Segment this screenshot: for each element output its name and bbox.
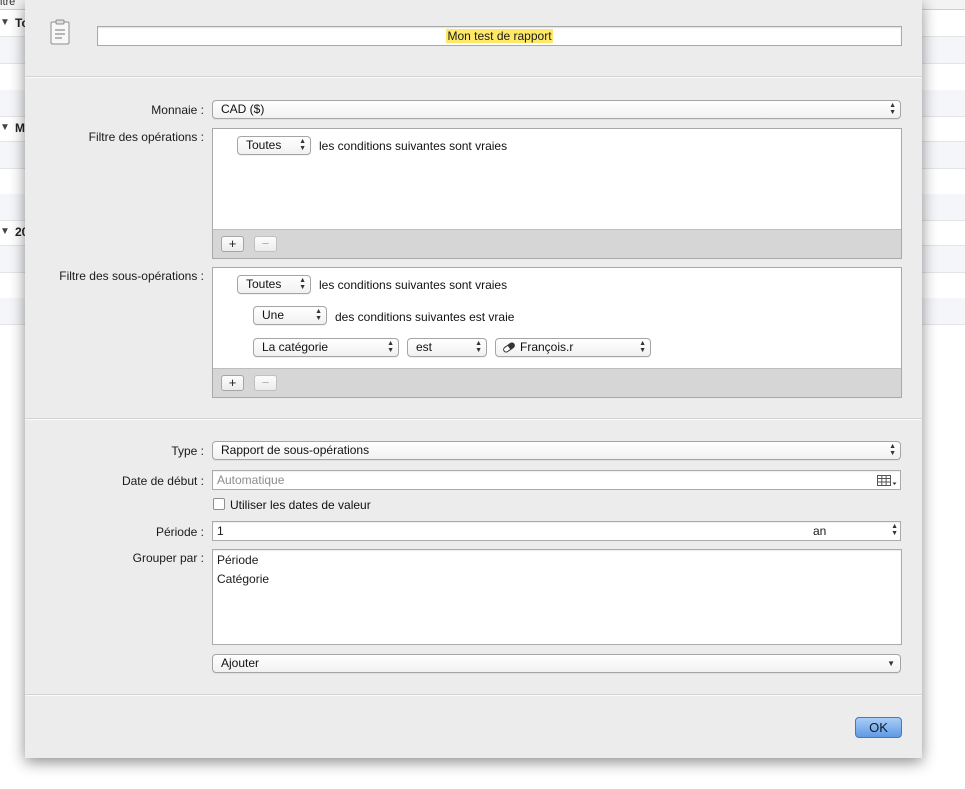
rule-value-popup[interactable]: François.r ▲ ▼ bbox=[495, 338, 651, 357]
rule-value-text: François.r bbox=[520, 340, 574, 354]
period-value[interactable]: 1 bbox=[217, 524, 224, 538]
split-sub-match-text: des conditions suivantes est vraie bbox=[335, 310, 515, 324]
split-filter-footer: + − bbox=[213, 368, 901, 397]
group-by-list[interactable]: Période Catégorie bbox=[212, 549, 902, 645]
disclosure-triangle-icon[interactable]: ▼ bbox=[0, 226, 10, 237]
divider bbox=[25, 419, 922, 420]
rule-operator-popup[interactable]: est ▲ ▼ bbox=[407, 338, 487, 357]
up-down-arrows-icon: ▲ ▼ bbox=[889, 443, 896, 457]
value-dates-label: Utiliser les dates de valeur bbox=[230, 498, 371, 512]
report-icon bbox=[49, 19, 71, 48]
transaction-filter-label: Filtre des opérations : bbox=[88, 130, 204, 144]
split-filter-label: Filtre des sous-opérations : bbox=[59, 269, 204, 283]
add-group-value: Ajouter bbox=[221, 656, 260, 670]
transaction-filter-panel: Toutes ▲ ▼ les conditions suivantes sont … bbox=[212, 128, 902, 259]
divider bbox=[25, 77, 922, 78]
remove-split-condition-button[interactable]: − bbox=[254, 375, 277, 391]
type-label: Type : bbox=[171, 444, 204, 458]
period-label: Période : bbox=[155, 525, 204, 539]
currency-label: Monnaie : bbox=[151, 103, 204, 117]
list-item[interactable]: Période bbox=[217, 551, 901, 570]
add-split-condition-button[interactable]: + bbox=[221, 375, 244, 391]
group-by-label: Grouper par : bbox=[132, 551, 204, 565]
transaction-match-popup[interactable]: Toutes ▲ ▼ bbox=[237, 136, 311, 155]
remove-transaction-condition-button[interactable]: − bbox=[254, 236, 277, 252]
calendar-icon[interactable] bbox=[877, 474, 897, 492]
period-unit[interactable]: an bbox=[813, 522, 826, 540]
add-transaction-condition-button[interactable]: + bbox=[221, 236, 244, 252]
currency-popup[interactable]: CAD ($) ▲ ▼ bbox=[212, 100, 901, 119]
chevron-down-icon: ▼ bbox=[887, 659, 895, 668]
transaction-filter-footer: + − bbox=[213, 229, 901, 258]
disclosure-triangle-icon[interactable]: ▼ bbox=[0, 122, 10, 133]
currency-value: CAD ($) bbox=[221, 102, 265, 116]
up-down-arrows-icon: ▲ ▼ bbox=[299, 277, 306, 291]
ok-button[interactable]: OK bbox=[855, 717, 902, 738]
list-item[interactable]: Catégorie bbox=[217, 570, 901, 589]
start-date-label: Date de début : bbox=[121, 474, 204, 488]
rule-field-popup[interactable]: La catégorie ▲ ▼ bbox=[253, 338, 399, 357]
report-title-input[interactable]: Mon test de rapport bbox=[97, 26, 902, 46]
up-down-arrows-icon: ▲ ▼ bbox=[475, 340, 482, 354]
transaction-match-text: les conditions suivantes sont vraies bbox=[319, 139, 508, 153]
rule-operator-value: est bbox=[416, 340, 433, 354]
rule-field-value: La catégorie bbox=[262, 340, 329, 354]
up-down-arrows-icon: ▲ ▼ bbox=[299, 138, 306, 152]
value-dates-checkbox[interactable] bbox=[213, 498, 225, 510]
report-type-value: Rapport de sous-opérations bbox=[221, 443, 370, 457]
row-label: M bbox=[15, 121, 25, 135]
period-field[interactable]: 1 an ▲ ▼ bbox=[212, 521, 901, 541]
add-group-popup[interactable]: Ajouter ▼ bbox=[212, 654, 901, 673]
split-match-popup[interactable]: Toutes ▲ ▼ bbox=[237, 275, 311, 294]
split-match-value: Toutes bbox=[246, 277, 282, 291]
report-type-popup[interactable]: Rapport de sous-opérations ▲ ▼ bbox=[212, 441, 901, 460]
split-filter-panel: Toutes ▲ ▼ les conditions suivantes sont … bbox=[212, 267, 902, 398]
start-date-field[interactable]: Automatique bbox=[212, 470, 901, 490]
period-stepper-icon[interactable]: ▲ ▼ bbox=[891, 523, 898, 537]
column-header-title: itre bbox=[0, 0, 16, 8]
pill-icon bbox=[502, 341, 516, 356]
up-down-arrows-icon: ▲ ▼ bbox=[639, 340, 646, 354]
split-sub-match-popup[interactable]: Une ▲ ▼ bbox=[253, 306, 327, 325]
up-down-arrows-icon: ▲ ▼ bbox=[889, 102, 896, 116]
split-sub-match-value: Une bbox=[262, 308, 285, 322]
start-date-placeholder: Automatique bbox=[217, 473, 285, 487]
transaction-match-value: Toutes bbox=[246, 138, 282, 152]
report-title-text: Mon test de rapport bbox=[446, 29, 553, 43]
divider bbox=[25, 695, 922, 696]
disclosure-triangle-icon[interactable]: ▼ bbox=[0, 17, 10, 28]
up-down-arrows-icon: ▲ ▼ bbox=[387, 340, 394, 354]
report-settings-sheet: Mon test de rapport Monnaie : CAD ($) ▲ ▼… bbox=[25, 0, 922, 758]
up-down-arrows-icon: ▲ ▼ bbox=[315, 308, 322, 322]
split-match-text: les conditions suivantes sont vraies bbox=[319, 278, 508, 292]
